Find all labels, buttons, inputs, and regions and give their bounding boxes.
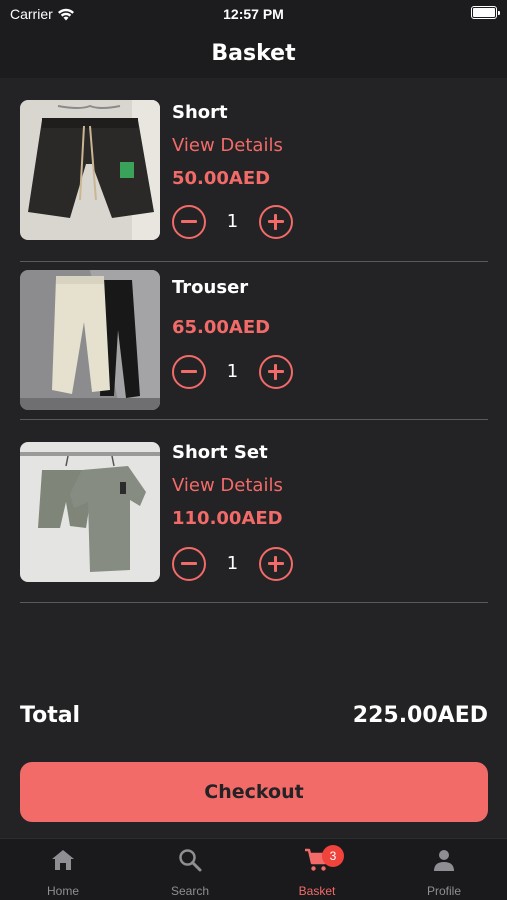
- home-icon: [50, 847, 76, 873]
- status-bar: Carrier 12:57 PM: [0, 0, 507, 28]
- item-name: Short Set: [172, 442, 268, 463]
- item-price: 50.00AED: [172, 168, 271, 189]
- tab-bar: Home Search 3 Basket Profile: [0, 838, 507, 900]
- cart-badge: 3: [322, 845, 344, 867]
- battery-icon: [471, 6, 500, 19]
- product-image-short-set[interactable]: [20, 442, 160, 582]
- product-image-short[interactable]: [20, 100, 160, 240]
- tab-search[interactable]: Search: [127, 839, 253, 900]
- tab-basket[interactable]: 3 Basket: [254, 839, 380, 900]
- tab-label: Home: [46, 884, 79, 898]
- tab-label: Search: [170, 884, 210, 898]
- quantity-value: 1: [226, 211, 239, 232]
- nav-header: Basket: [0, 28, 507, 78]
- product-image-trouser[interactable]: [20, 270, 160, 410]
- increase-quantity-button[interactable]: [259, 547, 293, 581]
- tab-profile[interactable]: Profile: [381, 839, 507, 900]
- tab-home[interactable]: Home: [0, 839, 126, 900]
- basket-item: Short View Details 50.00AED 1: [20, 92, 488, 262]
- checkout-button[interactable]: Checkout: [20, 762, 488, 822]
- page-title: Basket: [211, 40, 296, 66]
- basket-list: Short View Details 50.00AED 1 Trouser 65…: [20, 92, 488, 603]
- basket-item: Trouser 65.00AED 1: [20, 262, 488, 420]
- total-value: 225.00AED: [352, 703, 488, 728]
- decrease-quantity-button[interactable]: [172, 547, 206, 581]
- decrease-quantity-button[interactable]: [172, 205, 206, 239]
- item-price: 65.00AED: [172, 317, 271, 338]
- quantity-value: 1: [226, 553, 239, 574]
- increase-quantity-button[interactable]: [259, 355, 293, 389]
- increase-quantity-button[interactable]: [259, 205, 293, 239]
- item-name: Short: [172, 102, 228, 123]
- tab-label: Profile: [426, 884, 461, 898]
- quantity-stepper: 1: [172, 547, 294, 581]
- item-name: Trouser: [172, 277, 249, 298]
- quantity-value: 1: [226, 361, 239, 382]
- tab-label: Basket: [298, 884, 336, 898]
- search-icon: [177, 847, 203, 873]
- item-price: 110.00AED: [172, 508, 283, 529]
- person-icon: [431, 847, 457, 873]
- quantity-stepper: 1: [172, 205, 294, 239]
- view-details-link[interactable]: View Details: [172, 135, 283, 156]
- basket-item: Short Set View Details 110.00AED 1: [20, 420, 488, 603]
- decrease-quantity-button[interactable]: [172, 355, 206, 389]
- total-label: Total: [20, 703, 81, 728]
- quantity-stepper: 1: [172, 355, 294, 389]
- view-details-link[interactable]: View Details: [172, 475, 283, 496]
- status-time: 12:57 PM: [223, 6, 284, 22]
